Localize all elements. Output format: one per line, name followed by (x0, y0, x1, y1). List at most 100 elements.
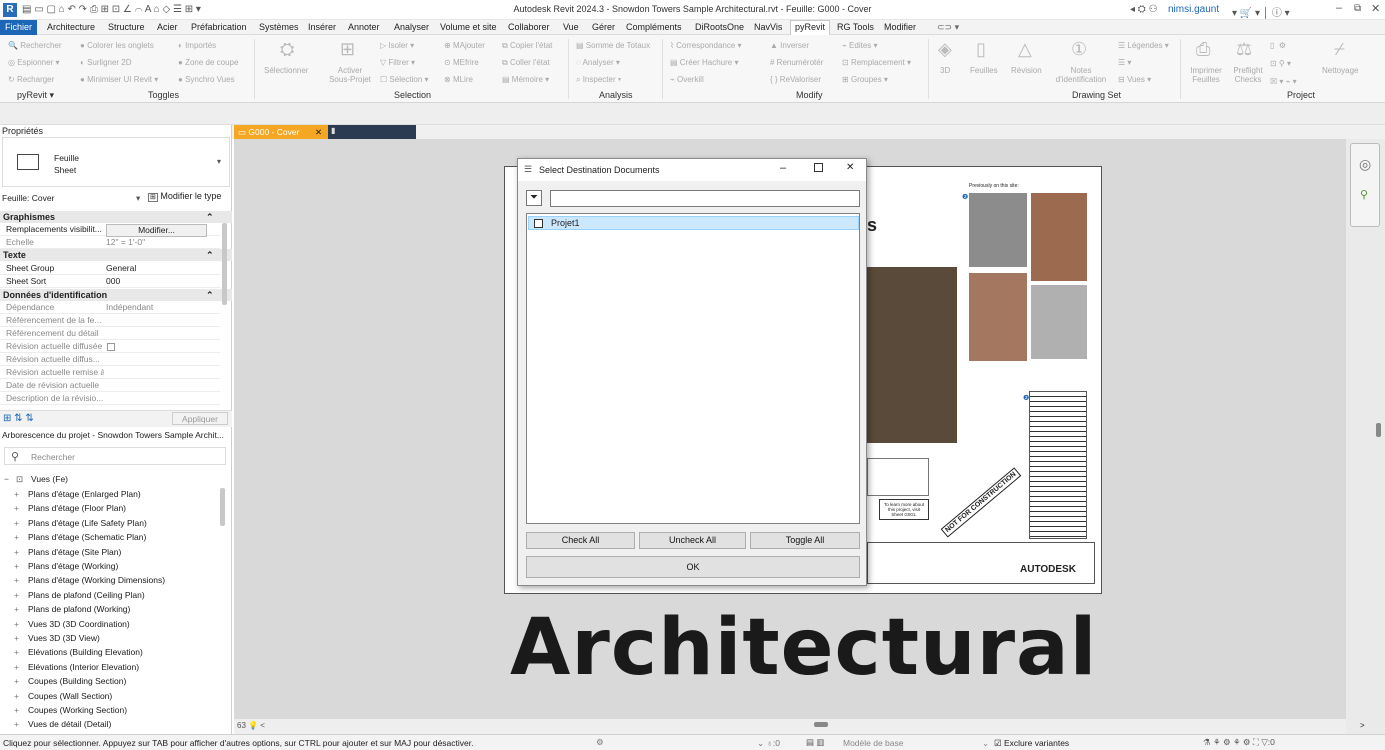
rb-creer-hachure[interactable]: ▤ Créer Hachure ▾ (670, 58, 739, 67)
rb-3d[interactable]: 3D (940, 66, 950, 75)
expand-icon[interactable]: + (14, 645, 19, 659)
design-option-select[interactable]: Modèle de base (843, 738, 983, 748)
tree-item[interactable]: + Elévations (Building Elevation) (0, 645, 218, 659)
dialog-maximize-button[interactable] (814, 163, 823, 172)
workset-status-icon[interactable]: ⚙ (596, 737, 604, 748)
menu-gerer[interactable]: Gérer (592, 22, 615, 32)
tree-item[interactable]: + Plans de plafond (Working) (0, 602, 218, 616)
tree-item[interactable]: + Plans d'étage (Working) (0, 559, 218, 573)
tree-root[interactable]: − ⊡ Vues (Fe) (0, 472, 218, 486)
zoom-icon[interactable]: ⚲ (1360, 188, 1368, 201)
filter-input[interactable] (550, 190, 860, 207)
expand-icon[interactable]: + (14, 530, 19, 544)
rb-copier-etat[interactable]: ⧉ Copier l'état (502, 41, 552, 51)
menu-collaborer[interactable]: Collaborer (508, 22, 550, 32)
rb-mecrire[interactable]: ⊙ MEfrire (444, 58, 479, 67)
rb-inspecter[interactable]: ⌕ Inspecter ▾ (576, 75, 621, 85)
rb-zone-coupe[interactable]: ● Zone de coupe (178, 58, 238, 67)
rb-list-icon[interactable]: ☰ ▾ (1118, 58, 1131, 67)
rb-preflight[interactable]: Preflight Checks (1230, 66, 1266, 84)
expand-icon[interactable]: + (14, 703, 19, 717)
item-checkbox[interactable] (534, 219, 543, 228)
rb-edites[interactable]: ⌁ Edites ▾ (842, 41, 878, 50)
rb-groupes[interactable]: ⊞ Groupes ▾ (842, 75, 888, 84)
expand-icon[interactable]: + (14, 588, 19, 602)
rb-selection[interactable]: ☐ Sélection ▾ (380, 75, 429, 84)
rb-somme[interactable]: ▤ Somme de Totaux (576, 41, 650, 50)
section-texte[interactable]: Texte ⌃ (0, 249, 232, 261)
rb-vues[interactable]: ⊟ Vues ▾ (1118, 75, 1151, 84)
expand-icon[interactable]: + (14, 660, 19, 674)
rb-imprimer[interactable]: Imprimer Feuilles (1186, 66, 1226, 84)
expand-icon[interactable]: + (14, 617, 19, 631)
expand-icon[interactable]: + (14, 674, 19, 688)
section-identification[interactable]: Données d'identification ⌃ (0, 289, 232, 301)
rb-memoire[interactable]: ▤ Mémoire ▾ (502, 75, 549, 84)
menu-volume-site[interactable]: Volume et site (440, 22, 497, 32)
uncheck-all-button[interactable]: Uncheck All (639, 532, 746, 549)
menu-fichier[interactable]: Fichier (0, 20, 37, 35)
user-icon[interactable]: ◂ ⛭ ⚇ (1130, 4, 1158, 15)
status-icons[interactable]: ▤ ▥ (806, 737, 824, 748)
prop-row[interactable]: Sheet Group General (0, 262, 220, 275)
selection-icons[interactable]: ⚗ ⚘ ⚙ ⚘ ⚙ ⛶ ▽:0 (1203, 737, 1275, 748)
rb-minimiser[interactable]: ● Minimiser UI Revit ▾ (80, 75, 158, 84)
tree-item[interactable]: + Plans d'étage (Working Dimensions) (0, 573, 218, 587)
tree-item[interactable]: + Plans de plafond (Ceiling Plan) (0, 588, 218, 602)
document-list[interactable]: Projet1 (526, 213, 860, 524)
rb-nettoyage[interactable]: Nettoyage (1322, 66, 1358, 75)
menu-rg-tools[interactable]: RG Tools (837, 22, 874, 32)
prop-row[interactable]: Sheet Sort 000 (0, 275, 220, 288)
expand-icon[interactable]: + (14, 573, 19, 587)
checkbox[interactable] (107, 343, 115, 351)
section-graphismes[interactable]: Graphismes ⌃ (0, 211, 232, 223)
rb-activer[interactable]: Activer Sous-Projet (328, 66, 372, 84)
expand-icon[interactable]: + (14, 631, 19, 645)
rb-colorer[interactable]: ● Colorer les onglets (80, 41, 154, 50)
tree-item[interactable]: + Coupes (Wall Section) (0, 689, 218, 703)
rb-espionner[interactable]: ◎ Espionner ▾ (8, 58, 59, 67)
edit-type-button[interactable]: ⊞ Modifier le type (148, 191, 221, 202)
tree-item[interactable]: + Vues de détail (Detail) (0, 717, 218, 731)
browser-search[interactable]: ⚲ Rechercher (4, 447, 226, 465)
view-scale-icons[interactable]: 63 💡 < (237, 721, 265, 730)
restore-button[interactable]: ⧉ (1354, 3, 1361, 14)
rb-importes[interactable]: ◐ Importés (178, 41, 216, 50)
nav-wheel[interactable]: ◎ ⚲ (1350, 143, 1380, 227)
dialog-minimize-button[interactable]: – (780, 162, 786, 174)
rb-analyser[interactable]: ◌ Analyser ▾ (576, 58, 620, 67)
filter-icon[interactable]: ⏷ (526, 190, 542, 206)
menu-analyser[interactable]: Analyser (394, 22, 429, 32)
rb-coller-etat[interactable]: ⧉ Coller l'état (502, 58, 550, 68)
vertical-scrollbar[interactable] (1376, 423, 1381, 437)
sort-icons[interactable]: ⊞ ⇅ ⇅ (3, 413, 34, 424)
expand-icon[interactable]: + (14, 717, 19, 731)
browser-scrollbar[interactable] (220, 488, 225, 526)
expand-icon[interactable]: + (14, 501, 19, 515)
rb-remplacement[interactable]: ⊡ Remplacement ▾ (842, 58, 911, 67)
menu-dirootsone[interactable]: DiRootsOne (695, 22, 744, 32)
rb-inverser[interactable]: ▲ Inverser (770, 41, 809, 50)
type-selector[interactable]: Feuille Sheet ▾ (2, 137, 230, 187)
tree-item[interactable]: + Plans d'étage (Enlarged Plan) (0, 487, 218, 501)
rb-revision[interactable]: Révision (1011, 66, 1042, 75)
tree-item[interactable]: + Vues 3D (3D View) (0, 631, 218, 645)
apply-button[interactable]: Appliquer (172, 412, 228, 425)
ok-button[interactable]: OK (526, 556, 860, 578)
rb-feuilles[interactable]: Feuilles (970, 66, 998, 75)
user-name[interactable]: nimsi.gaunt (1168, 4, 1219, 15)
menu-architecture[interactable]: Architecture (47, 22, 95, 32)
menu-systemes[interactable]: Systèmes (259, 22, 299, 32)
tree-item[interactable]: + Coupes (Working Section) (0, 703, 218, 717)
panel-pyrevit[interactable]: pyRevit ▾ (17, 90, 54, 101)
expand-icon[interactable]: + (14, 487, 19, 501)
rb-isoler[interactable]: ▷ Isoler ▾ (380, 41, 414, 50)
menu-structure[interactable]: Structure (108, 22, 145, 32)
rb-filtrer[interactable]: ▽ Filtrer ▾ (380, 58, 415, 67)
rb-recharger[interactable]: ↻ Recharger (8, 75, 54, 84)
tree-item[interactable]: + Plans d'étage (Schematic Plan) (0, 530, 218, 544)
tree-item[interactable]: + Coupes (Building Section) (0, 674, 218, 688)
rb-revaloriser[interactable]: { } ReValoriser (770, 75, 821, 84)
rb-overkill[interactable]: ⌁ Overkill (670, 75, 704, 84)
cart-icon[interactable]: ▾ 🛒 ▾ │ ⓘ ▾ (1232, 4, 1290, 19)
